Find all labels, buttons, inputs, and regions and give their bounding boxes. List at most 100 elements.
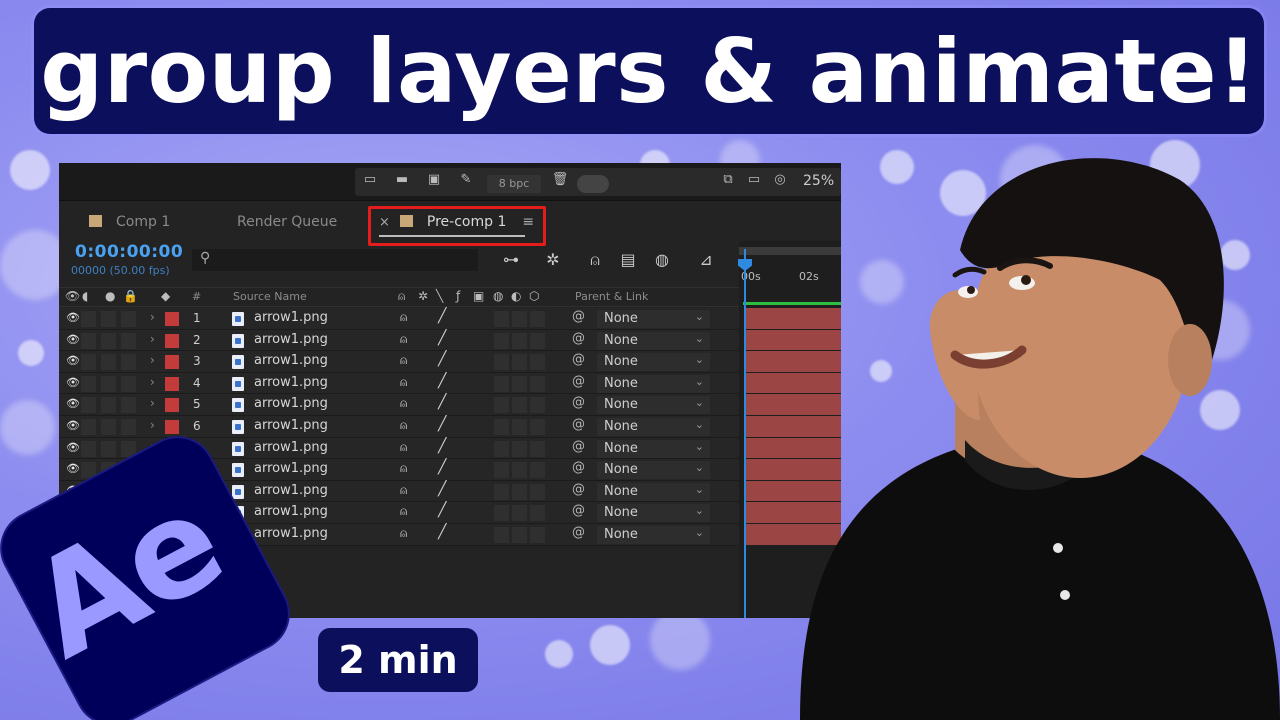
switch-box[interactable]	[530, 397, 545, 414]
quality-slash-icon[interactable]: ╱	[438, 351, 446, 367]
switch-box[interactable]	[494, 418, 509, 435]
lock-switch[interactable]	[121, 440, 136, 457]
visibility-eye-icon[interactable]: 👁	[66, 397, 80, 412]
layer-source-name[interactable]: arrow1.png	[254, 526, 328, 541]
parent-dropdown[interactable]: None ⌄	[597, 417, 710, 436]
pick-whip-icon[interactable]: @	[572, 417, 585, 432]
shy-icon[interactable]: ⍝	[400, 332, 407, 347]
layer-source-name[interactable]: arrow1.png	[254, 440, 328, 455]
layer-source-name[interactable]: arrow1.png	[254, 353, 328, 368]
chevron-right-icon[interactable]: ›	[150, 418, 155, 433]
parent-dropdown[interactable]: None ⌄	[597, 525, 710, 544]
toggle-switch[interactable]	[577, 175, 609, 193]
label-color-swatch[interactable]	[165, 376, 179, 391]
switch-box[interactable]	[530, 440, 545, 457]
switch-box[interactable]	[512, 354, 527, 371]
label-icon[interactable]: ◆	[161, 289, 170, 303]
visibility-eye-icon[interactable]: 👁	[66, 311, 80, 326]
quality-slash-icon[interactable]: ╱	[438, 524, 446, 540]
switch-box[interactable]	[494, 483, 509, 500]
quality-slash-icon[interactable]: ╱	[438, 330, 446, 346]
bpc-label[interactable]: 8 bpc	[487, 175, 541, 193]
composition-icon[interactable]: ▣	[425, 172, 443, 188]
lock-icon[interactable]: 🔒	[123, 289, 138, 303]
column-source-name[interactable]: Source Name	[233, 290, 307, 303]
audio-switch[interactable]	[81, 462, 96, 479]
label-color-swatch[interactable]	[165, 398, 179, 413]
quality-slash-icon[interactable]: ╱	[438, 394, 446, 410]
render-icon[interactable]: ▭	[361, 172, 379, 188]
visibility-eye-icon[interactable]: 👁	[66, 333, 80, 348]
visibility-eye-icon[interactable]: 👁	[66, 462, 80, 477]
parent-dropdown[interactable]: None ⌄	[597, 439, 710, 458]
switch-box[interactable]	[512, 483, 527, 500]
parent-dropdown[interactable]: None ⌄	[597, 353, 710, 372]
eye-icon[interactable]: 👁	[65, 289, 80, 303]
shy-icon[interactable]: ⍝	[400, 310, 407, 325]
switch-box[interactable]	[512, 440, 527, 457]
chevron-right-icon[interactable]: ›	[150, 310, 155, 325]
audio-switch[interactable]	[81, 397, 96, 414]
parent-dropdown[interactable]: None ⌄	[597, 504, 710, 523]
switch-box[interactable]	[494, 526, 509, 543]
parent-dropdown[interactable]: None ⌄	[597, 331, 710, 350]
layer-source-name[interactable]: arrow1.png	[254, 310, 328, 325]
shy-icon[interactable]: ⍝	[400, 353, 407, 368]
parent-dropdown[interactable]: None ⌄	[597, 310, 710, 328]
chevron-right-icon[interactable]: ›	[150, 353, 155, 368]
layer-source-name[interactable]: arrow1.png	[254, 332, 328, 347]
layer-source-name[interactable]: arrow1.png	[254, 396, 328, 411]
pick-whip-icon[interactable]: @	[572, 482, 585, 497]
switch-box[interactable]	[494, 462, 509, 479]
lock-switch[interactable]	[121, 397, 136, 414]
shy-layers-icon[interactable]: ⍝	[584, 249, 606, 271]
lock-switch[interactable]	[121, 311, 136, 327]
switch-box[interactable]	[530, 311, 545, 327]
chevron-right-icon[interactable]: ›	[150, 332, 155, 347]
switch-box[interactable]	[494, 440, 509, 457]
quality-slash-icon[interactable]: ╱	[438, 459, 446, 475]
switch-box[interactable]	[512, 505, 527, 522]
layer-source-name[interactable]: arrow1.png	[254, 418, 328, 433]
shy-icon[interactable]: ⍝	[400, 418, 407, 433]
audio-switch[interactable]	[81, 332, 96, 349]
layer-search-input[interactable]: ⚲	[192, 249, 478, 271]
label-color-swatch[interactable]	[165, 419, 179, 434]
pen-icon[interactable]: ✎	[457, 172, 475, 188]
audio-switch[interactable]	[81, 418, 96, 435]
shy-icon[interactable]: ⍝	[400, 461, 407, 476]
switch-box[interactable]	[530, 462, 545, 479]
solo-switch[interactable]	[101, 418, 116, 435]
graph-editor-icon[interactable]: ⊿	[695, 249, 717, 271]
solo-switch[interactable]	[101, 375, 116, 392]
solo-switch[interactable]	[101, 397, 116, 414]
quality-slash-icon[interactable]: ╱	[438, 481, 446, 497]
lock-switch[interactable]	[121, 375, 136, 392]
switch-box[interactable]	[494, 505, 509, 522]
column-parent-link[interactable]: Parent & Link	[575, 290, 648, 303]
layer-row[interactable]: 👁 › 5 arrow1.png ⍝ ╱ @ None ⌄	[59, 394, 739, 416]
solo-switch[interactable]	[101, 440, 116, 457]
pick-whip-icon[interactable]: @	[572, 525, 585, 540]
lock-switch[interactable]	[121, 332, 136, 349]
audio-switch[interactable]	[81, 311, 96, 327]
audio-switch[interactable]	[81, 354, 96, 371]
layer-source-name[interactable]: arrow1.png	[254, 504, 328, 519]
layer-source-name[interactable]: arrow1.png	[254, 483, 328, 498]
pick-whip-icon[interactable]: @	[572, 309, 585, 324]
layer-row[interactable]: 👁 › 3 arrow1.png ⍝ ╱ @ None ⌄	[59, 351, 739, 373]
switch-box[interactable]	[494, 332, 509, 349]
switch-box[interactable]	[494, 311, 509, 327]
layer-row[interactable]: 👁 › 4 arrow1.png ⍝ ╱ @ None ⌄	[59, 372, 739, 395]
switch-box[interactable]	[530, 526, 545, 543]
shy-icon[interactable]: ⍝	[400, 483, 407, 498]
layer-source-name[interactable]: arrow1.png	[254, 461, 328, 476]
motion-blur-icon[interactable]: ◍	[651, 249, 673, 271]
switch-box[interactable]	[512, 397, 527, 414]
switch-box[interactable]	[512, 526, 527, 543]
layer-row[interactable]: 👁 › 6 arrow1.png ⍝ ╱ @ None ⌄	[59, 415, 739, 438]
chevron-right-icon[interactable]: ›	[150, 375, 155, 390]
layer-source-name[interactable]: arrow1.png	[254, 375, 328, 390]
pick-whip-icon[interactable]: @	[572, 460, 585, 475]
audio-icon[interactable]: ◖	[82, 289, 88, 303]
